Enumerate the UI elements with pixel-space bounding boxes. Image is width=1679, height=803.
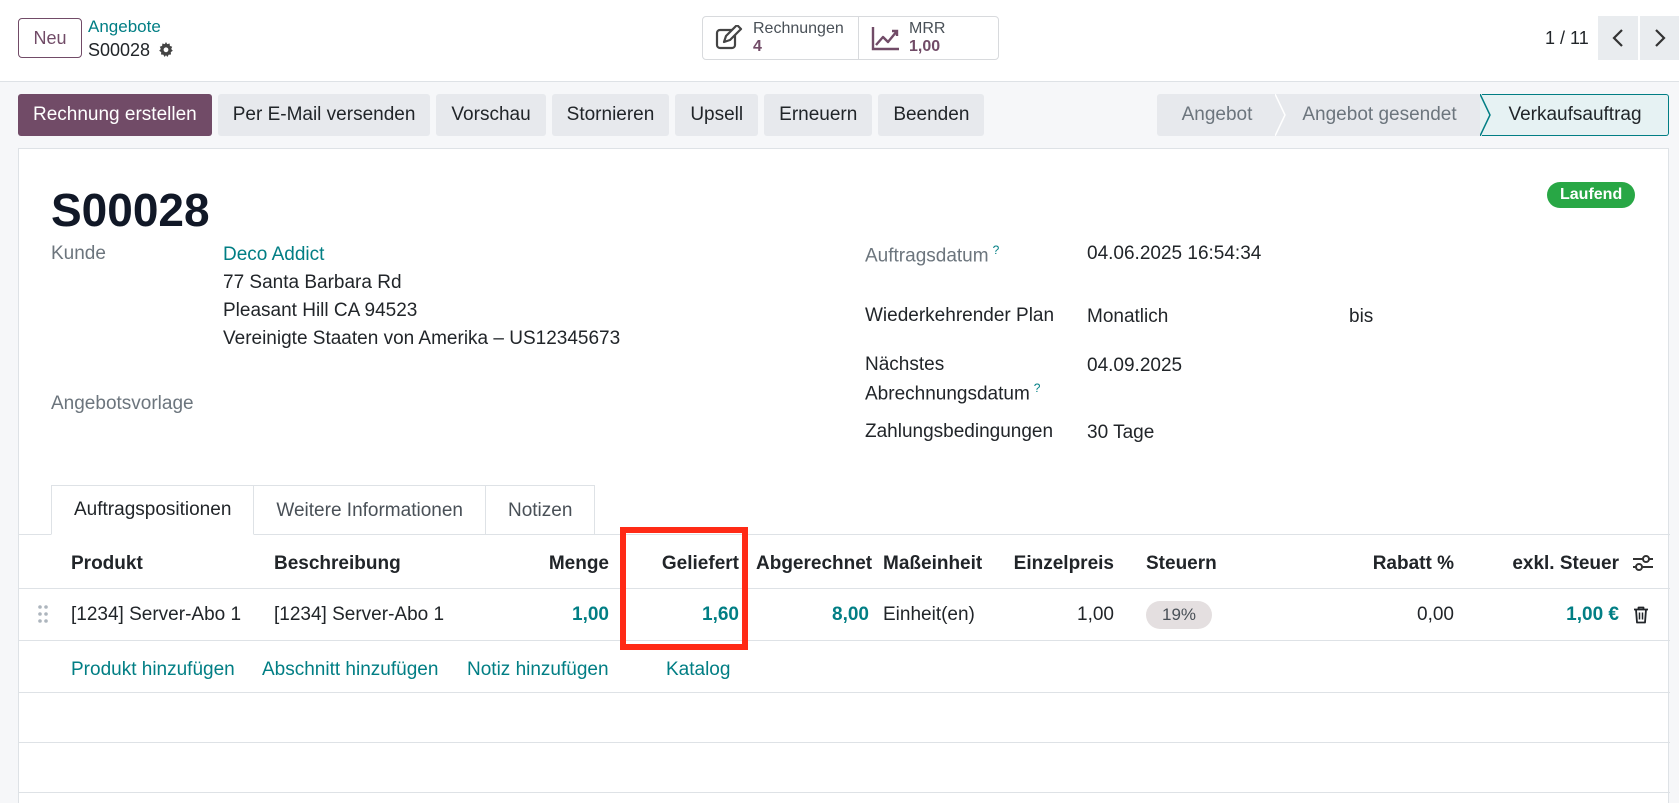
catalog-link[interactable]: Katalog <box>666 659 730 681</box>
breadcrumb-current: S00028 <box>88 38 174 62</box>
next-invoice-date-value[interactable]: 04.09.2025 <box>1087 355 1182 377</box>
mrr-value: 1,00 <box>909 38 941 55</box>
col-product-header[interactable]: Produkt <box>71 553 143 575</box>
breadcrumb-parent-link[interactable]: Angebote <box>88 16 174 38</box>
row-description[interactable]: [1234] Server-Abo 1 <box>274 604 444 626</box>
address-line-1: 77 Santa Barbara Rd <box>223 272 402 293</box>
customer-link[interactable]: Deco Addict <box>223 244 324 266</box>
control-panel: Neu Angebote S00028 Rechnungen 4 MRR 1,0… <box>0 0 1679 82</box>
stage-quotation-sent[interactable]: Angebot gesendet <box>1277 94 1491 136</box>
col-discount-header[interactable]: Rabatt % <box>1339 553 1454 575</box>
send-email-button[interactable]: Per E-Mail versenden <box>217 94 431 136</box>
quotation-template-label: Angebotsvorlage <box>51 393 194 414</box>
payment-terms-value[interactable]: 30 Tage <box>1087 422 1154 444</box>
create-invoice-button[interactable]: Rechnung erstellen <box>18 94 212 136</box>
edit-icon <box>715 25 743 50</box>
add-note-link[interactable]: Notiz hinzufügen <box>467 659 609 681</box>
row-unit-price[interactable]: 1,00 <box>999 604 1114 626</box>
chevron-right-icon <box>1654 29 1666 47</box>
column-settings-icon[interactable] <box>1632 553 1654 573</box>
mrr-smart-button[interactable]: MRR 1,00 <box>858 17 998 59</box>
order-date-label: Auftragsdatum? <box>865 243 999 267</box>
stage-quotation-sent-label: Angebot gesendet <box>1302 104 1457 125</box>
help-icon[interactable]: ? <box>993 243 1000 257</box>
col-description-header[interactable]: Beschreibung <box>274 553 401 575</box>
pager-value[interactable]: 1 / 11 <box>1545 28 1589 49</box>
col-quantity-header[interactable]: Menge <box>499 553 609 575</box>
breadcrumb-current-label: S00028 <box>88 40 151 60</box>
renew-button[interactable]: Erneuern <box>764 94 873 136</box>
col-unit-price-header[interactable]: Einzelpreis <box>999 553 1114 575</box>
row-divider <box>19 742 1670 743</box>
row-uom[interactable]: Einheit(en) <box>883 604 975 626</box>
recurring-plan-label: Wiederkehrender Plan <box>865 305 1055 326</box>
smart-buttons: Rechnungen 4 MRR 1,00 <box>702 16 999 60</box>
tab-order-lines[interactable]: Auftragspositionen <box>51 485 255 535</box>
mrr-label: MRR <box>909 20 946 37</box>
row-invoiced: 8,00 <box>832 604 869 625</box>
pager-previous-button[interactable] <box>1598 16 1638 60</box>
row-subtotal: 1,00 € <box>1566 604 1619 625</box>
recurring-plan-value[interactable]: Monatlich <box>1087 306 1168 328</box>
payment-terms-label: Zahlungsbedingungen <box>865 421 1054 442</box>
order-date-label-text: Auftragsdatum <box>865 245 989 267</box>
customer-label: Kunde <box>51 243 106 264</box>
col-invoiced-header[interactable]: Abgerechnet <box>756 553 872 575</box>
drag-handle-icon[interactable] <box>37 604 49 624</box>
preview-button[interactable]: Vorschau <box>436 94 546 136</box>
next-invoice-label-text: Abrechnungsdatum <box>865 383 1030 405</box>
address-line-2: Pleasant Hill CA 94523 <box>223 300 418 321</box>
action-bar: Rechnung erstellen Per E-Mail versenden … <box>18 94 985 136</box>
tab-notes[interactable]: Notizen <box>485 485 596 535</box>
col-uom-header[interactable]: Maßeinheit <box>883 553 982 575</box>
col-taxes-header[interactable]: Steuern <box>1146 553 1217 575</box>
order-date-value[interactable]: 04.06.2025 16:54:34 <box>1087 243 1261 265</box>
chevron-left-icon <box>1612 29 1623 47</box>
next-invoice-label-line1: Nächstes <box>865 354 945 375</box>
close-subscription-button[interactable]: Beenden <box>878 94 985 136</box>
row-tax-badge[interactable]: 19% <box>1146 601 1212 629</box>
add-product-link[interactable]: Produkt hinzufügen <box>71 659 235 681</box>
upsell-button[interactable]: Upsell <box>675 94 759 136</box>
header-divider <box>19 588 1670 589</box>
add-section-link[interactable]: Abschnitt hinzufügen <box>262 659 438 681</box>
stage-quotation[interactable]: Angebot <box>1157 94 1286 136</box>
status-badge: Laufend <box>1547 182 1636 208</box>
next-invoice-label-line2: Abrechnungsdatum? <box>865 381 1040 405</box>
row-divider <box>19 640 1670 641</box>
invoices-smart-button[interactable]: Rechnungen 4 <box>703 17 858 59</box>
plan-until-label: bis <box>1349 306 1374 327</box>
trash-icon[interactable] <box>1633 606 1649 624</box>
form-sheet: S00028 Laufend Kunde Deco Addict 77 Sant… <box>18 148 1670 803</box>
row-quantity[interactable]: 1,00 <box>499 604 609 626</box>
tab-other-info[interactable]: Weitere Informationen <box>254 485 486 535</box>
notebook-tabs: Auftragspositionen Weitere Informationen… <box>51 485 596 535</box>
gear-icon[interactable] <box>158 42 174 58</box>
record-title: S00028 <box>51 184 210 236</box>
address-line-3: Vereinigte Staaten von Amerika – US12345… <box>223 328 621 349</box>
invoices-label: Rechnungen <box>753 20 844 37</box>
stage-sales-order-label: Verkaufsauftrag <box>1508 104 1642 125</box>
help-icon[interactable]: ? <box>1034 381 1041 395</box>
row-divider <box>19 792 1670 793</box>
stage-quotation-label: Angebot <box>1181 104 1253 125</box>
row-discount[interactable]: 0,00 <box>1339 604 1454 626</box>
delivered-highlight-box <box>620 527 748 650</box>
breadcrumb: Angebote S00028 <box>88 16 174 62</box>
col-subtotal-header[interactable]: exkl. Steuer <box>1469 553 1619 575</box>
invoices-count: 4 <box>753 38 762 55</box>
status-bar: Angebot Angebot gesendet Verkaufsauftrag <box>1157 94 1669 136</box>
chart-line-icon <box>871 27 899 51</box>
pager-next-button[interactable] <box>1640 16 1679 60</box>
stage-sales-order[interactable]: Verkaufsauftrag <box>1482 94 1669 136</box>
row-divider <box>19 692 1670 693</box>
tabs-divider <box>19 534 1670 535</box>
new-button[interactable]: Neu <box>18 18 82 58</box>
row-product[interactable]: [1234] Server-Abo 1 <box>71 604 241 626</box>
cancel-order-button[interactable]: Stornieren <box>551 94 670 136</box>
